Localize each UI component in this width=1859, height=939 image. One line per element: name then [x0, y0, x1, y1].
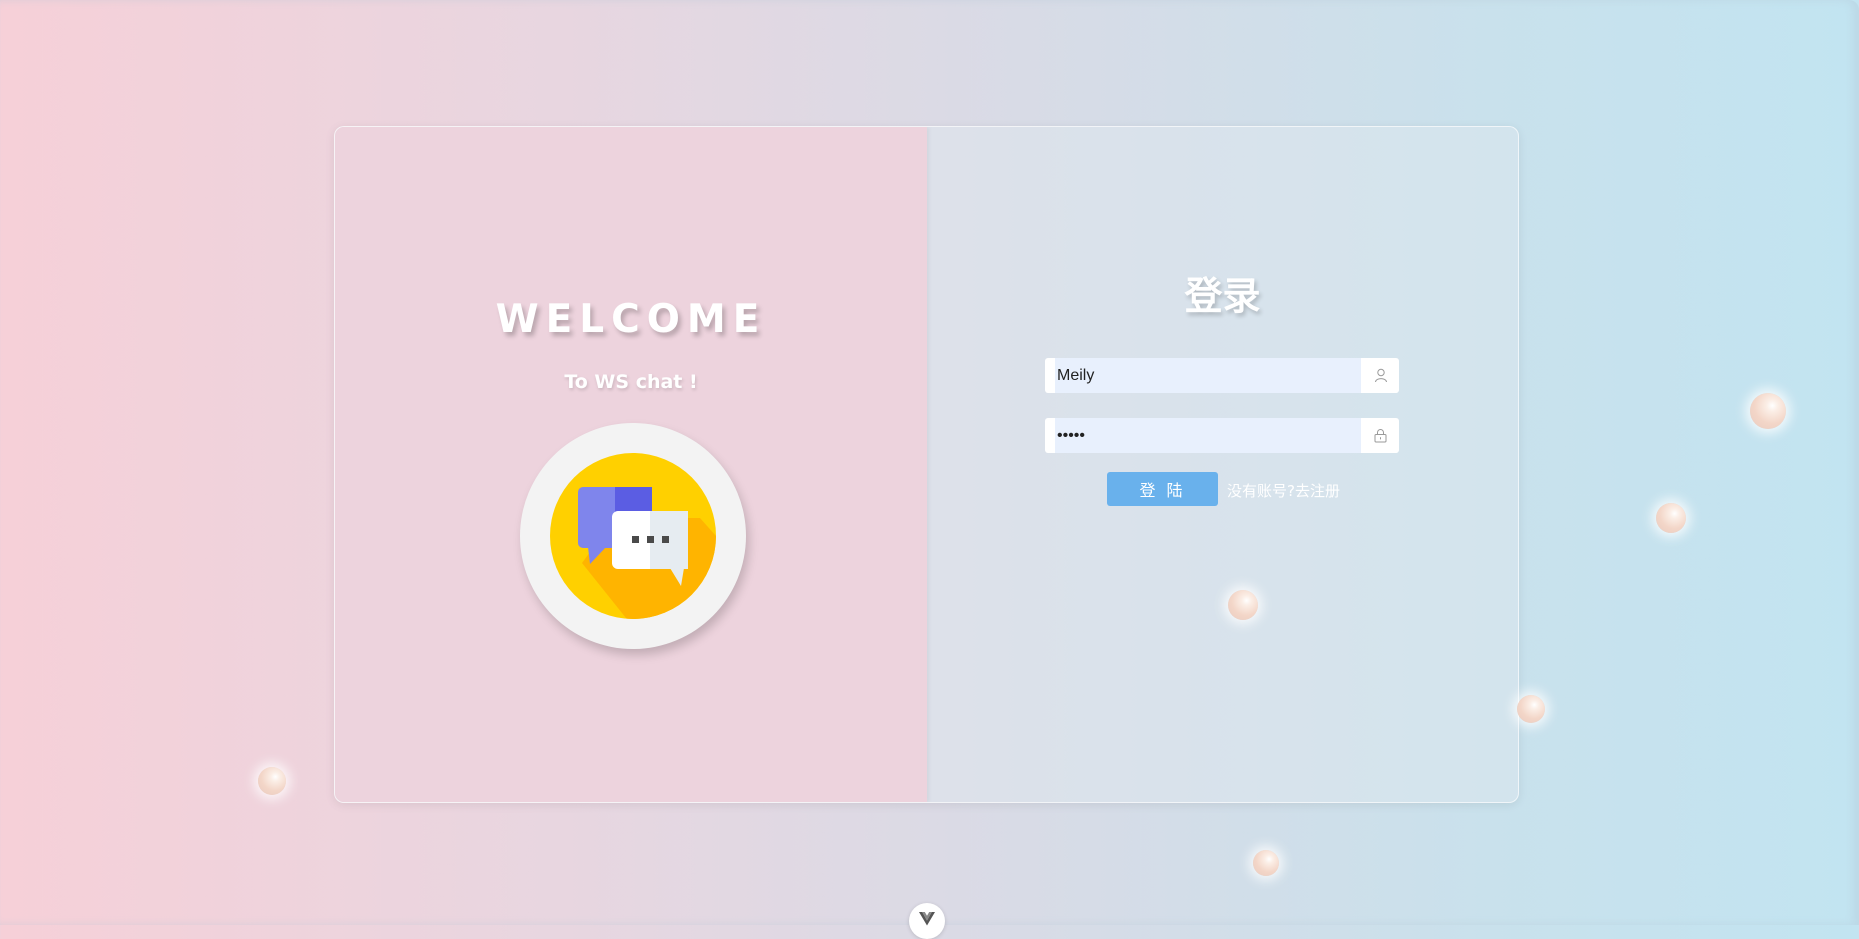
vue-logo-button[interactable]	[909, 903, 945, 939]
login-panel: 登录 登 陆 没有账号?去注册	[927, 127, 1518, 802]
username-input[interactable]	[1055, 358, 1361, 393]
floating-bubble	[1517, 695, 1545, 723]
password-input[interactable]	[1055, 418, 1361, 453]
chat-logo	[520, 423, 746, 649]
login-card: WELCOME To WS chat ! 登录 Meily ••••• 登 陆 …	[334, 126, 1519, 803]
welcome-heading: WELCOME	[495, 297, 767, 342]
floating-bubble	[1253, 850, 1279, 876]
login-title: 登录	[1184, 274, 1261, 318]
floating-bubble	[1656, 503, 1686, 533]
user-icon	[1362, 358, 1399, 393]
welcome-panel: WELCOME To WS chat !	[335, 127, 927, 802]
floating-bubble	[1750, 393, 1786, 429]
register-link[interactable]: 没有账号?去注册	[1227, 480, 1340, 501]
password-field	[1045, 418, 1399, 453]
floating-bubble	[1228, 590, 1258, 620]
chat-bubbles-icon	[550, 453, 716, 619]
welcome-subtitle: To WS chat !	[564, 371, 698, 393]
vue-logo-icon	[919, 912, 935, 926]
username-field	[1045, 358, 1399, 393]
lock-icon	[1362, 418, 1399, 453]
floating-bubble	[258, 767, 286, 795]
login-button[interactable]: 登 陆	[1107, 472, 1218, 506]
